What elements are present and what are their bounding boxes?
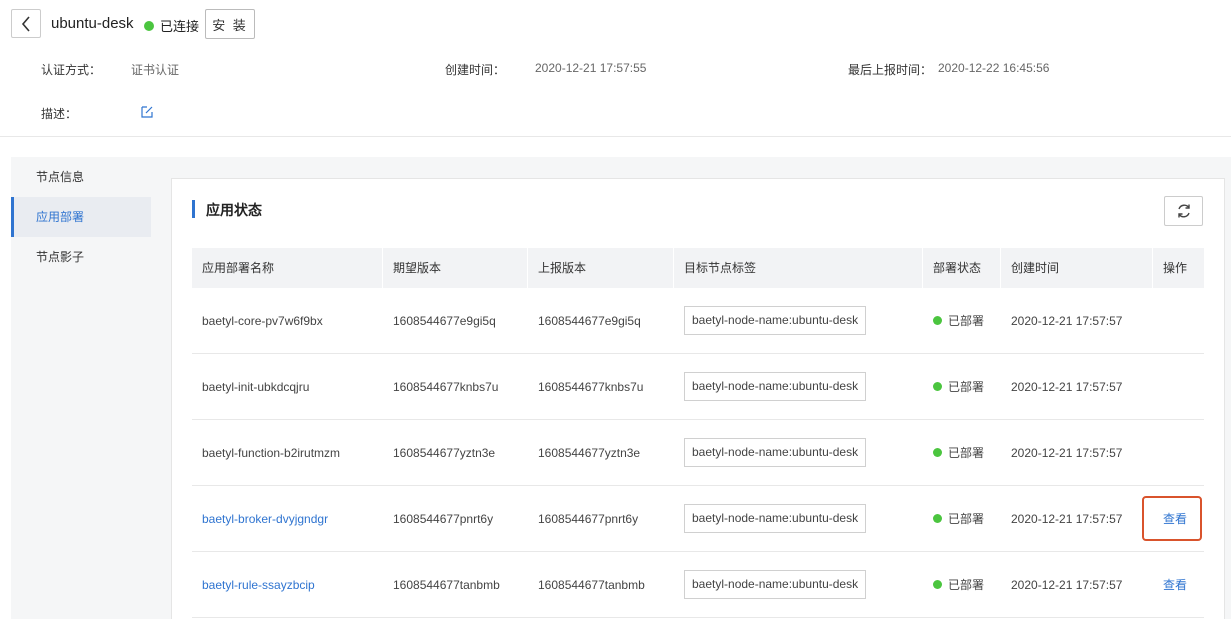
- col-header-action: 操作: [1163, 261, 1188, 275]
- col-header-target-tag: 目标节点标签: [674, 248, 923, 288]
- view-link[interactable]: 查看: [1163, 578, 1187, 592]
- expected-version: 1608544677pnrt6y: [393, 511, 494, 526]
- created-time-value: 2020-12-21 17:57:55: [535, 61, 647, 75]
- deploy-status-cell: 已部署: [923, 510, 1001, 527]
- target-tag: baetyl-node-name:ubuntu-desk: [684, 306, 867, 335]
- deploy-status: 已部署: [948, 578, 985, 592]
- target-tag-cell: baetyl-node-name:ubuntu-desk: [674, 372, 923, 401]
- created-time: 2020-12-21 17:57:57: [1011, 379, 1123, 394]
- reported-version: 1608544677knbs7u: [538, 379, 644, 394]
- last-report-value: 2020-12-22 16:45:56: [938, 61, 1050, 75]
- panel-title-accent: [192, 200, 195, 218]
- expected-version: 1608544677tanbmb: [393, 577, 500, 592]
- install-button[interactable]: 安 装: [205, 9, 255, 39]
- back-button[interactable]: [11, 9, 41, 38]
- sidebar-item-app-deploy[interactable]: 应用部署: [11, 197, 151, 237]
- created-time: 2020-12-21 17:57:57: [1011, 445, 1123, 460]
- target-tag-cell: baetyl-node-name:ubuntu-desk: [674, 504, 923, 533]
- auth-method-label: 认证方式：: [41, 63, 102, 77]
- node-header: ubuntu-desk 已连接 安 装 认证方式： 证书认证 创建时间： 202…: [0, 0, 1231, 137]
- target-tag-cell: baetyl-node-name:ubuntu-desk: [674, 570, 923, 599]
- status-dot-icon: [933, 316, 942, 325]
- expected-version: 1608544677e9gi5q: [393, 313, 496, 328]
- auth-method-value: 证书认证: [131, 63, 180, 77]
- view-link[interactable]: 查看: [1163, 512, 1187, 526]
- panel-title: 应用状态: [206, 202, 262, 218]
- table-row: baetyl-broker-dvyjgndgr 1608544677pnrt6y…: [192, 486, 1204, 552]
- target-tag-cell: baetyl-node-name:ubuntu-desk: [674, 306, 923, 335]
- deploy-status: 已部署: [948, 512, 985, 526]
- action-cell: 查看: [1153, 576, 1204, 593]
- col-header-reported-version: 上报版本: [528, 248, 674, 288]
- status-dot-icon: [144, 20, 154, 31]
- created-time-label: 创建时间：: [445, 63, 506, 77]
- deploy-status-cell: 已部署: [923, 378, 1001, 395]
- app-name: baetyl-function-b2irutmzm: [202, 445, 341, 460]
- app-name-link[interactable]: baetyl-broker-dvyjgndgr: [192, 512, 383, 526]
- expected-version: 1608544677knbs7u: [393, 379, 499, 394]
- target-tag: baetyl-node-name:ubuntu-desk: [684, 372, 867, 401]
- reported-version: 1608544677pnrt6y: [538, 511, 639, 526]
- table-header: 应用部署名称 期望版本 上报版本 目标节点标签 部署状态 创建时间 操作: [192, 248, 1204, 288]
- deploy-status-cell: 已部署: [923, 576, 1001, 593]
- col-header-name: 应用部署名称: [192, 248, 383, 288]
- app-status-table: 应用部署名称 期望版本 上报版本 目标节点标签 部署状态 创建时间 操作 bae…: [192, 248, 1204, 618]
- deploy-status: 已部署: [948, 446, 985, 460]
- app-name-link[interactable]: baetyl-rule-ssayzbcip: [192, 578, 383, 592]
- status-dot-icon: [933, 580, 942, 589]
- edit-icon[interactable]: [140, 105, 154, 119]
- node-name: ubuntu-desk: [51, 15, 134, 32]
- app-name: baetyl-init-ubkdcqjru: [202, 379, 310, 394]
- last-report-label: 最后上报时间：: [848, 63, 933, 77]
- created-time: 2020-12-21 17:57:57: [1011, 577, 1123, 592]
- action-cell: 查看: [1153, 510, 1204, 527]
- description-label: 描述：: [41, 107, 78, 121]
- status-dot-icon: [933, 514, 942, 523]
- table-row: baetyl-rule-ssayzbcip 1608544677tanbmb 1…: [192, 552, 1204, 618]
- target-tag: baetyl-node-name:ubuntu-desk: [684, 570, 867, 599]
- target-tag: baetyl-node-name:ubuntu-desk: [684, 504, 867, 533]
- app-name: baetyl-core-pv7w6f9bx: [202, 313, 323, 328]
- reported-version: 1608544677yztn3e: [538, 445, 641, 460]
- table-row: baetyl-core-pv7w6f9bx 1608544677e9gi5q 1…: [192, 288, 1204, 354]
- deploy-status: 已部署: [948, 314, 985, 328]
- col-header-deploy-status: 部署状态: [923, 248, 1001, 288]
- table-row: baetyl-function-b2irutmzm 1608544677yztn…: [192, 420, 1204, 486]
- refresh-button[interactable]: [1164, 196, 1203, 226]
- expected-version: 1608544677yztn3e: [393, 445, 496, 460]
- refresh-icon: [1177, 204, 1190, 218]
- sidebar-item-node-info[interactable]: 节点信息: [11, 157, 151, 197]
- reported-version: 1608544677tanbmb: [538, 577, 645, 592]
- created-time: 2020-12-21 17:57:57: [1011, 511, 1123, 526]
- deploy-status: 已部署: [948, 380, 985, 394]
- connection-status: 已连接: [144, 16, 199, 35]
- col-header-expected-version: 期望版本: [383, 248, 528, 288]
- status-dot-icon: [933, 448, 942, 457]
- target-tag-cell: baetyl-node-name:ubuntu-desk: [674, 438, 923, 467]
- status-dot-icon: [933, 382, 942, 391]
- target-tag: baetyl-node-name:ubuntu-desk: [684, 438, 867, 467]
- col-header-created-time: 创建时间: [1001, 248, 1153, 288]
- reported-version: 1608544677e9gi5q: [538, 313, 641, 328]
- sidebar-item-node-shadow[interactable]: 节点影子: [11, 237, 151, 277]
- chevron-left-icon: [21, 15, 30, 32]
- deploy-status-cell: 已部署: [923, 444, 1001, 461]
- connection-status-text: 已连接: [160, 19, 200, 34]
- created-time: 2020-12-21 17:57:57: [1011, 313, 1123, 328]
- table-row: baetyl-init-ubkdcqjru 1608544677knbs7u 1…: [192, 354, 1204, 420]
- sidebar: 节点信息 应用部署 节点影子: [11, 157, 151, 619]
- deploy-status-cell: 已部署: [923, 312, 1001, 329]
